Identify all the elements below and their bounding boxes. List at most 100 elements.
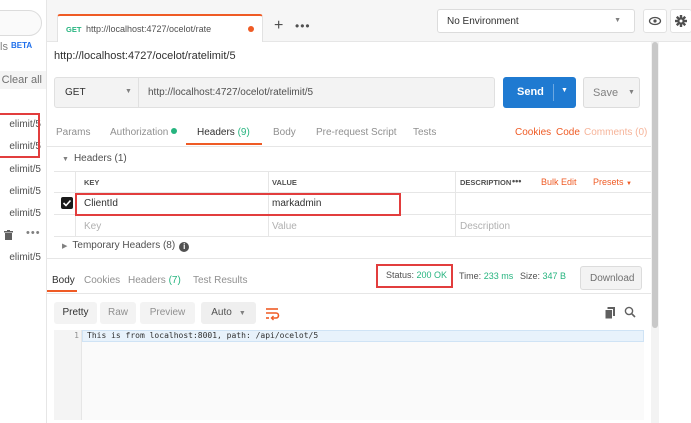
response-tab-test-results[interactable]: Test Results <box>193 275 247 286</box>
tab-authorization[interactable]: Authorization <box>110 127 178 138</box>
format-select[interactable]: Auto ▼ <box>201 302 256 324</box>
info-icon[interactable]: i <box>179 242 190 252</box>
sidebar-beta-row[interactable]: ls BETA <box>0 41 32 53</box>
temporary-headers-toggle[interactable]: ▶ Temporary Headers (8) i <box>62 240 190 252</box>
method-select[interactable]: GET ▼ <box>54 77 139 108</box>
tab-more-icon[interactable]: ••• <box>295 20 311 32</box>
column-divider <box>455 171 456 237</box>
tab-authorization-label: Authorization <box>110 127 169 138</box>
right-margin <box>659 42 691 423</box>
editor-gutter <box>54 330 82 420</box>
status-highlight-box <box>376 264 453 288</box>
caret-down-icon: ▼ <box>62 156 69 163</box>
history-item[interactable]: elimit/5 <box>0 164 46 175</box>
column-header-value: VALUE <box>272 178 297 187</box>
response-tab-cookies[interactable]: Cookies <box>84 275 120 286</box>
response-tab-body[interactable]: Body <box>52 275 75 286</box>
presets-label: Presets <box>593 177 624 187</box>
tab-headers[interactable]: Headers (9) <box>197 127 250 138</box>
chevron-down-icon[interactable]: ▼ <box>628 89 635 96</box>
response-tab-headers[interactable]: Headers (7) <box>128 275 181 286</box>
download-button[interactable]: Download <box>580 266 642 290</box>
request-name: http://localhost:4727/ocelot/ratelimit/5 <box>54 50 236 62</box>
cookies-link[interactable]: Cookies <box>515 127 551 138</box>
response-headers-label: Headers <box>128 275 166 286</box>
time-label: Time: <box>459 271 482 281</box>
divider <box>47 293 651 294</box>
chevron-down-icon: ▼ <box>238 310 246 317</box>
column-header-description: DESCRIPTION <box>460 178 512 187</box>
new-value-input[interactable]: Value <box>272 221 297 232</box>
environment-value: No Environment <box>447 16 519 27</box>
sidebar-beta-label: ls <box>0 41 8 53</box>
format-value: Auto <box>211 307 232 318</box>
environment-settings-button[interactable] <box>670 9 691 33</box>
raw-button[interactable]: Raw <box>100 302 136 324</box>
size-label: Size: <box>520 271 541 281</box>
unsaved-dot-icon <box>248 26 254 32</box>
copy-icon[interactable] <box>605 307 615 319</box>
divider <box>47 258 651 259</box>
send-divider <box>553 84 554 101</box>
history-item[interactable]: elimit/5 <box>0 252 46 263</box>
chevron-down-icon: ▼ <box>614 17 621 24</box>
save-button[interactable]: Save ▼ <box>583 77 640 108</box>
active-tab-indicator <box>186 143 262 145</box>
time-value: 233 ms <box>483 271 514 281</box>
environment-select[interactable]: No Environment ▼ <box>437 9 635 33</box>
active-tab-indicator <box>47 290 77 292</box>
sidebar-search-input[interactable] <box>0 10 42 36</box>
response-headers-count: (7) <box>168 275 181 286</box>
chevron-down-icon[interactable]: ▼ <box>561 87 568 94</box>
pretty-button[interactable]: Pretty <box>54 302 97 324</box>
new-tab-button[interactable]: + <box>274 18 283 34</box>
tab-prerequest-script[interactable]: Pre-request Script <box>316 127 397 138</box>
url-input[interactable]: http://localhost:4727/ocelot/ratelimit/5 <box>139 77 495 108</box>
headers-section-title: Headers (1) <box>73 153 127 164</box>
clear-all-button[interactable]: Clear all <box>0 71 46 89</box>
send-button[interactable]: Send ▼ <box>503 77 576 108</box>
header-enabled-checkbox[interactable] <box>61 197 73 209</box>
line-number: 1 <box>74 331 79 340</box>
history-item[interactable]: elimit/5 <box>0 208 46 219</box>
bulk-edit-link[interactable]: Bulk Edit <box>541 177 577 187</box>
tab-tests[interactable]: Tests <box>413 127 436 138</box>
search-icon[interactable] <box>624 306 636 318</box>
size-readout: Size: 347 B <box>520 271 566 281</box>
code-link[interactable]: Code <box>556 127 580 138</box>
response-body-editor[interactable] <box>54 330 644 420</box>
tab-body[interactable]: Body <box>273 127 296 138</box>
tab-url: http://localhost:4727/ocelot/rate <box>86 24 212 34</box>
chevron-down-icon: ▼ <box>125 88 132 95</box>
header-highlight-box <box>75 193 401 216</box>
column-more-icon[interactable]: ••• <box>512 176 521 186</box>
history-item[interactable]: elimit/5 <box>0 186 46 197</box>
size-value: 347 B <box>542 271 567 281</box>
tab-params[interactable]: Params <box>56 127 90 138</box>
save-label: Save <box>593 87 619 99</box>
new-key-input[interactable]: Key <box>84 221 101 232</box>
request-tab[interactable]: GET http://localhost:4727/ocelot/rate <box>57 14 263 42</box>
scrollbar-thumb[interactable] <box>652 42 658 328</box>
divider <box>47 146 651 147</box>
send-label: Send <box>517 86 544 98</box>
headers-section-toggle[interactable]: ▼ Headers (1) <box>62 153 127 164</box>
time-readout: Time: 233 ms <box>459 271 513 281</box>
trash-icon[interactable] <box>4 230 13 240</box>
checkmark-icon <box>62 199 72 207</box>
beta-badge: BETA <box>10 41 33 50</box>
preview-button[interactable]: Preview <box>140 302 195 324</box>
gear-icon <box>675 15 687 27</box>
tab-method: GET <box>66 25 82 34</box>
caret-right-icon: ▶ <box>62 243 68 250</box>
new-description-input[interactable]: Description <box>460 221 510 232</box>
download-label: Download <box>590 273 635 284</box>
history-highlight-box <box>0 113 40 158</box>
tab-headers-count: (9) <box>237 127 250 138</box>
comments-link[interactable]: Comments (0) <box>584 127 647 138</box>
environment-quick-look-button[interactable] <box>643 9 667 33</box>
wrap-lines-icon[interactable] <box>261 302 283 324</box>
presets-dropdown[interactable]: Presets ▼ <box>593 177 632 187</box>
url-value: http://localhost:4727/ocelot/ratelimit/5 <box>148 87 314 98</box>
more-icon[interactable]: ••• <box>26 227 41 239</box>
